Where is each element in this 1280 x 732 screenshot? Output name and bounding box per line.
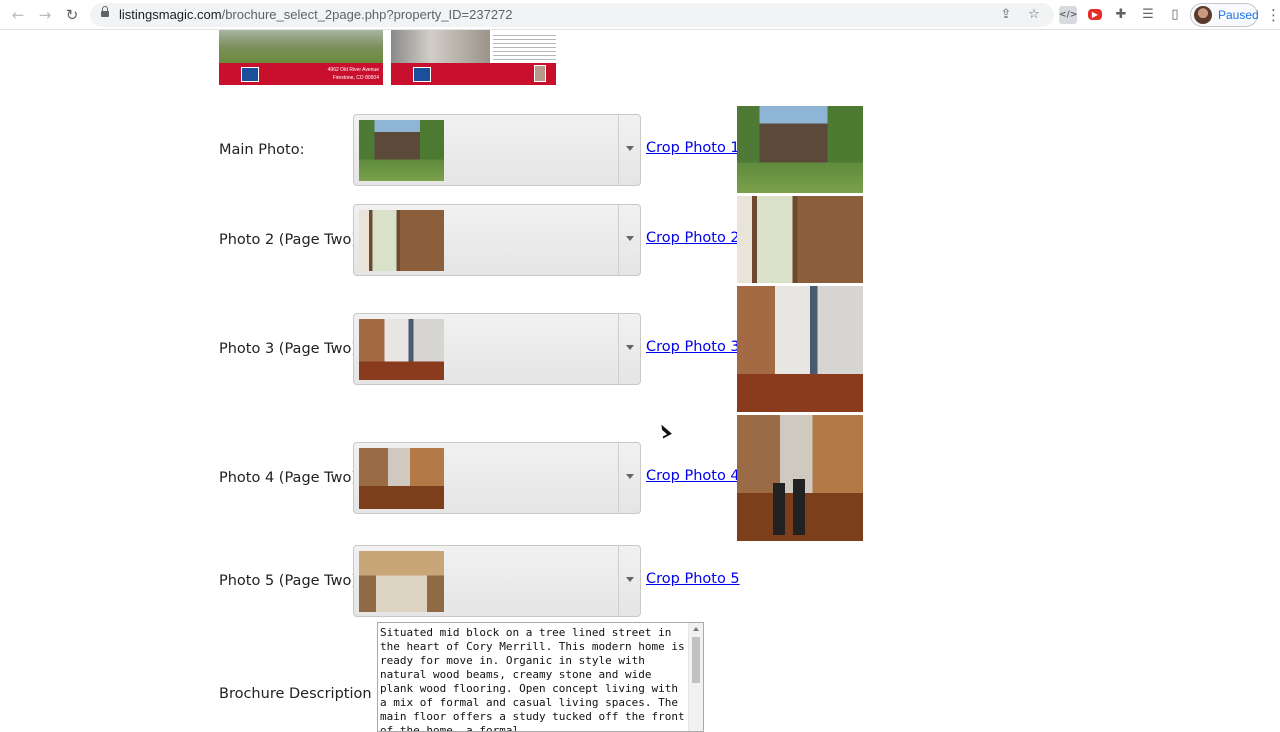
brochure-template-thumbnail[interactable] xyxy=(391,30,556,85)
select-divider xyxy=(618,546,619,616)
puzzle-extensions-icon[interactable]: ✚ xyxy=(1112,6,1130,24)
avatar xyxy=(1194,6,1212,24)
brochure-feature-list xyxy=(493,32,556,62)
select-option-thumbnail xyxy=(359,210,444,271)
photo-3-label: Photo 3 (Page Two) xyxy=(219,341,358,357)
main-photo-select[interactable] xyxy=(353,114,641,186)
photo-4-preview xyxy=(737,415,863,541)
bookmark-star-icon[interactable]: ☆ xyxy=(1026,7,1042,23)
side-panel-icon[interactable]: ▯ xyxy=(1166,6,1184,24)
photo-2-label: Photo 2 (Page Two) xyxy=(219,232,358,248)
reading-list-icon[interactable]: ☰ xyxy=(1139,6,1157,24)
select-option-thumbnail xyxy=(359,120,444,181)
share-icon[interactable]: ⇪ xyxy=(998,7,1014,23)
profile-status-label: Paused xyxy=(1218,8,1259,22)
url-text[interactable]: listingsmagic.com/brochure_select_2page.… xyxy=(119,7,513,22)
chevron-down-icon[interactable] xyxy=(626,236,634,241)
photo-2-preview xyxy=(737,196,863,283)
youtube-extension-icon[interactable]: ▶ xyxy=(1088,9,1102,20)
select-divider xyxy=(618,205,619,275)
chevron-down-icon[interactable] xyxy=(626,474,634,479)
photo-2-select[interactable] xyxy=(353,204,641,276)
scroll-up-icon[interactable] xyxy=(693,627,699,631)
select-option-thumbnail xyxy=(359,319,444,380)
url-path: /brochure_select_2page.php?property_ID=2… xyxy=(221,7,513,22)
code-extension-icon[interactable]: </> xyxy=(1059,6,1077,24)
more-menu-icon[interactable]: ⋮ xyxy=(1266,6,1280,24)
crop-photo-4-link[interactable]: Crop Photo 4 xyxy=(646,468,740,484)
select-option-thumbnail xyxy=(359,551,444,612)
chevron-down-icon[interactable] xyxy=(626,146,634,151)
brochure-logo-icon xyxy=(413,67,431,82)
brochure-description-textarea[interactable]: Situated mid block on a tree lined stree… xyxy=(377,622,704,732)
photo-5-label: Photo 5 (Page Two) xyxy=(219,573,358,589)
profile-button[interactable]: Paused xyxy=(1190,3,1259,27)
crop-photo-1-link[interactable]: Crop Photo 1 xyxy=(646,140,740,156)
brochure-description-text: Situated mid block on a tree lined stree… xyxy=(380,626,685,732)
brochure-logo-icon xyxy=(241,67,259,82)
url-host: listingsmagic.com xyxy=(119,7,222,22)
select-divider xyxy=(618,443,619,513)
brochure-photo xyxy=(391,30,490,63)
brochure-template-thumbnail[interactable]: 4962 Old River Avenue Firestone, CO 8050… xyxy=(219,30,383,85)
select-divider xyxy=(618,314,619,384)
photo-5-select[interactable] xyxy=(353,545,641,617)
crop-photo-5-link[interactable]: Crop Photo 5 xyxy=(646,571,740,587)
browser-toolbar: ← → ↻ listingsmagic.com/brochure_select_… xyxy=(0,0,1280,30)
crop-photo-3-link[interactable]: Crop Photo 3 xyxy=(646,339,740,355)
lock-icon[interactable] xyxy=(101,6,109,18)
scrollbar-thumb[interactable] xyxy=(692,637,700,683)
brochure-agent-photo xyxy=(534,65,546,82)
reload-icon[interactable]: ↻ xyxy=(62,5,82,25)
brochure-address: 4962 Old River Avenue Firestone, CO 8050… xyxy=(328,66,379,82)
page-scrollbar[interactable] xyxy=(1272,30,1280,720)
photo-3-select[interactable] xyxy=(353,313,641,385)
brochure-description-label: Brochure Description xyxy=(219,686,372,702)
select-divider xyxy=(618,115,619,185)
back-icon[interactable]: ← xyxy=(8,5,28,25)
forward-icon[interactable]: → xyxy=(35,5,55,25)
photo-3-preview xyxy=(737,286,863,412)
brochure-photo xyxy=(219,30,383,63)
select-option-thumbnail xyxy=(359,448,444,509)
bar-stool xyxy=(793,479,805,535)
chevron-down-icon[interactable] xyxy=(626,345,634,350)
bar-stool xyxy=(773,483,785,535)
brochure-address-line2: Firestone, CO 80504 xyxy=(332,75,379,81)
brochure-address-line1: 4962 Old River Avenue xyxy=(327,67,379,73)
photo-4-label: Photo 4 (Page Two) xyxy=(219,470,358,486)
main-photo-label: Main Photo: xyxy=(219,142,305,158)
textarea-scrollbar[interactable] xyxy=(688,623,703,731)
main-photo-preview xyxy=(737,106,863,193)
crop-photo-2-link[interactable]: Crop Photo 2 xyxy=(646,230,740,246)
chevron-down-icon[interactable] xyxy=(626,577,634,582)
address-bar[interactable]: listingsmagic.com/brochure_select_2page.… xyxy=(90,3,1054,27)
photo-4-select[interactable] xyxy=(353,442,641,514)
